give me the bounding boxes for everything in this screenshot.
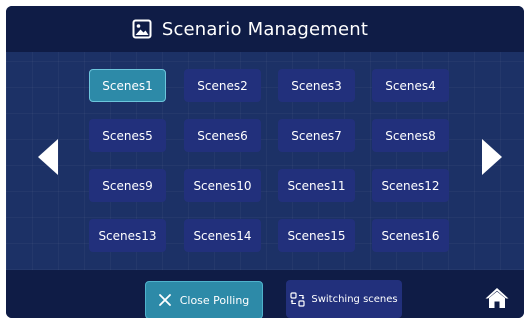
scene-button-8[interactable]: Scenes8 [372,119,449,152]
scene-button-2[interactable]: Scenes2 [184,69,261,102]
switching-scenes-label: Switching scenes [311,293,398,305]
triangle-left-icon[interactable] [38,139,58,175]
close-polling-label: Close Polling [179,293,250,307]
close-polling-button[interactable]: Close Polling [145,281,263,318]
scenes-grid: Scenes1 Scenes2 Scenes3 Scenes4 Scenes5 … [89,69,453,252]
scene-button-16[interactable]: Scenes16 [372,219,449,252]
scene-button-11[interactable]: Scenes11 [278,169,355,202]
header-bar: Scenario Management [6,6,524,52]
page-title: Scenario Management [161,18,369,40]
scene-button-12[interactable]: Scenes12 [372,169,449,202]
scene-button-6[interactable]: Scenes6 [184,119,261,152]
footer-bar: Close Polling Switching scenes [6,270,524,318]
triangle-right-icon[interactable] [482,139,502,175]
switch-scenes-icon [290,291,305,307]
scene-button-14[interactable]: Scenes14 [184,219,261,252]
home-icon[interactable] [484,286,510,310]
scene-button-9[interactable]: Scenes9 [89,169,166,202]
switching-scenes-button[interactable]: Switching scenes [286,280,402,318]
scenario-management-screen: Scenario Management Scenes1 Scenes2 Scen… [6,6,524,318]
scene-button-13[interactable]: Scenes13 [89,219,166,252]
image-icon [132,19,152,39]
scene-button-1[interactable]: Scenes1 [89,69,166,102]
close-icon [158,294,171,306]
scene-button-3[interactable]: Scenes3 [278,69,355,102]
scene-button-5[interactable]: Scenes5 [89,119,166,152]
scene-button-15[interactable]: Scenes15 [278,219,355,252]
scene-button-10[interactable]: Scenes10 [184,169,261,202]
scene-button-7[interactable]: Scenes7 [278,119,355,152]
scene-button-4[interactable]: Scenes4 [372,69,449,102]
